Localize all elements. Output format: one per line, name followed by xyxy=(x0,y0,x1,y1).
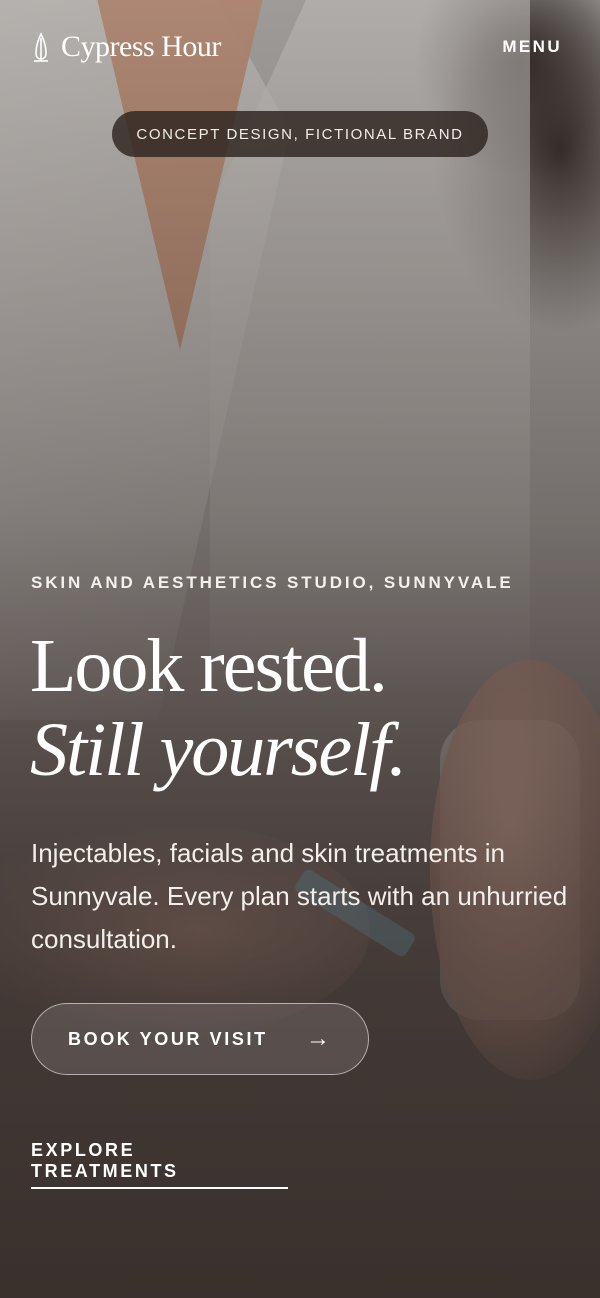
headline-line-2: Still yourself. xyxy=(30,708,407,792)
menu-button[interactable]: MENU xyxy=(502,37,562,57)
hero-headline: Look rested. Still yourself. xyxy=(30,624,407,792)
arrow-right-icon: → xyxy=(306,1025,330,1052)
headline-line-1: Look rested. xyxy=(30,624,388,708)
hero-eyebrow: SKIN AND AESTHETICS STUDIO, SUNNYVALE xyxy=(31,573,514,592)
cypress-tree-icon xyxy=(34,32,48,62)
brand-name: Cypress Hour xyxy=(61,30,221,63)
book-visit-button[interactable]: BOOK YOUR VISIT → xyxy=(31,1003,369,1075)
concept-notice-badge: CONCEPT DESIGN, FICTIONAL BRAND xyxy=(112,111,488,157)
explore-treatments-link[interactable]: EXPLORE TREATMENTS xyxy=(31,1140,288,1189)
landing-page: Cypress Hour MENU CONCEPT DESIGN, FICTIO… xyxy=(0,0,600,1298)
brand-logo-link[interactable]: Cypress Hour xyxy=(31,32,221,62)
hero-description: Injectables, facials and skin treatments… xyxy=(31,838,568,954)
book-visit-label: BOOK YOUR VISIT xyxy=(68,1028,268,1049)
